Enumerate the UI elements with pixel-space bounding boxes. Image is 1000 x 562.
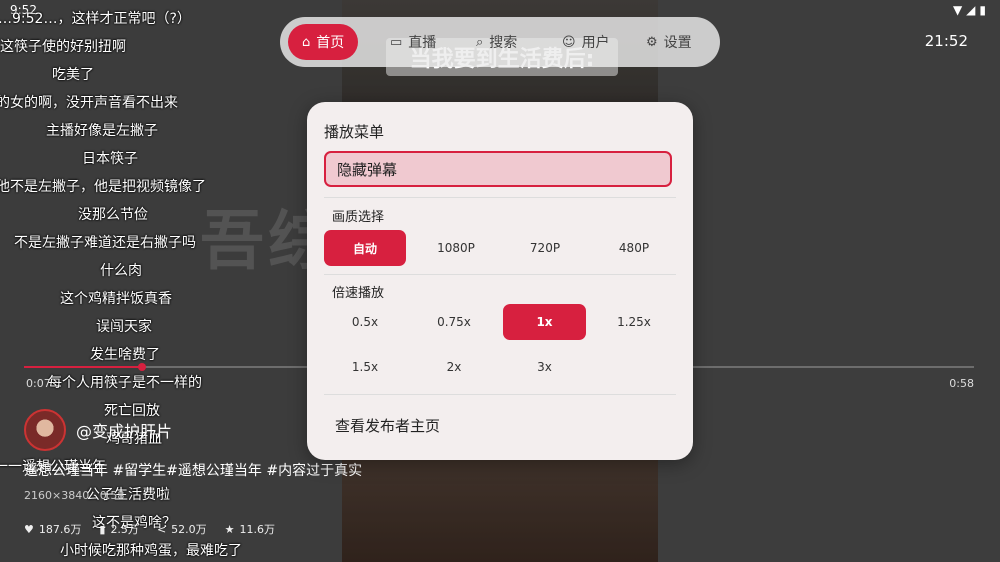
nav-home-label: 首页: [316, 35, 345, 51]
home-icon: ⌂: [302, 34, 311, 50]
star-icon: ★: [224, 522, 235, 536]
danmaku-item: 主播好像是左撇子: [46, 123, 158, 139]
danmaku-item: 小时候吃那种鸡蛋，最难吃了: [60, 543, 242, 559]
divider: [324, 197, 676, 198]
divider: [324, 394, 676, 395]
nav-search-label: 搜索: [489, 35, 518, 51]
danmaku-item: 误闯天家: [96, 319, 152, 335]
favorite-count: 11.6万: [239, 523, 276, 536]
danmaku-item: 死亡回放: [104, 403, 160, 419]
share-stat[interactable]: < 52.0万: [157, 521, 207, 537]
speed-3x[interactable]: 3x: [503, 349, 586, 385]
danmaku-item: 他不是左撇子，他是把视频镜像了: [0, 179, 206, 195]
danmaku-item: 没那么节俭: [78, 207, 148, 223]
clock: 21:52: [924, 32, 968, 50]
speed-0.75x[interactable]: 0.75x: [413, 304, 495, 340]
video-meta: 2160×3840 · 0:58: [24, 489, 125, 502]
danmaku-item: 不是左撇子难道还是右撇子吗: [14, 235, 196, 251]
like-count: 187.6万: [38, 523, 82, 536]
tv-icon: ▭: [390, 34, 403, 50]
nav-search[interactable]: ⌕ 搜索: [476, 17, 517, 67]
quality-720p[interactable]: 720P: [504, 230, 586, 266]
search-icon: ⌕: [476, 34, 484, 50]
quality-1080p[interactable]: 1080P: [415, 230, 497, 266]
share-icon: <: [156, 522, 167, 536]
danmaku-item: 的女的啊，没开声音看不出来: [0, 95, 178, 111]
nav-user-label: 用户: [581, 35, 610, 51]
top-nav: ⌂ 首页 ▭ 直播 ⌕ 搜索 ☺ 用户 ⚙ 设置: [280, 17, 720, 67]
speed-label: 倍速播放: [332, 286, 385, 301]
view-publisher-link[interactable]: 查看发布者主页: [335, 415, 440, 436]
author-avatar[interactable]: [24, 409, 66, 451]
nav-settings[interactable]: ⚙ 设置: [646, 17, 692, 67]
gear-icon: ⚙: [646, 34, 658, 50]
comment-count: 2.5万: [110, 523, 139, 536]
comment-stat[interactable]: ▮ 2.5万: [99, 521, 139, 537]
divider: [324, 274, 676, 275]
danmaku-item: 什么肉: [100, 263, 142, 279]
speed-1x[interactable]: 1x: [503, 304, 586, 340]
danmaku-item: 吃美了: [52, 67, 94, 83]
comment-icon: ▮: [99, 522, 106, 536]
danmaku-item: 这筷子使的好别扭啊: [0, 39, 126, 55]
danmaku-item: 这个鸡精拌饭真香: [60, 291, 172, 307]
nav-live-label: 直播: [408, 35, 437, 51]
author-name[interactable]: @变成护肝片: [76, 418, 172, 442]
progress-fill: [24, 366, 143, 368]
danmaku-item: 发生啥费了: [90, 347, 160, 363]
quality-480p[interactable]: 480P: [593, 230, 675, 266]
menu-title: 播放菜单: [324, 123, 385, 141]
quality-auto[interactable]: 自动: [324, 230, 406, 266]
playback-menu: 播放菜单 隐藏弹幕 画质选择 自动 1080P 720P 480P 倍速播放 0…: [307, 102, 693, 460]
speed-1.5x[interactable]: 1.5x: [324, 349, 406, 385]
danmaku-item: 每个人用筷子是不一样的: [48, 375, 202, 391]
total-time: 0:58: [949, 377, 974, 390]
favorite-stat[interactable]: ★ 11.6万: [225, 521, 275, 537]
speed-0.5x[interactable]: 0.5x: [324, 304, 406, 340]
status-icons: ▼◢▮: [952, 3, 990, 17]
share-count: 52.0万: [171, 523, 207, 536]
danmaku-item: 日本筷子: [82, 151, 138, 167]
user-icon: ☺: [562, 34, 576, 50]
nav-home[interactable]: ⌂ 首页: [288, 24, 359, 60]
video-description: 遥想公瑾当年 #留学生#遥想公瑾当年 #内容过于真实: [24, 463, 363, 479]
danmaku-item: …9:52…，这样才正常吧（?）: [0, 11, 191, 27]
quality-label: 画质选择: [332, 210, 385, 225]
current-time: 0:07: [26, 377, 51, 390]
speed-2x[interactable]: 2x: [413, 349, 495, 385]
like-stat[interactable]: ♥ 187.6万: [24, 521, 81, 537]
speed-1.25x[interactable]: 1.25x: [593, 304, 675, 340]
progress-handle[interactable]: [138, 363, 146, 371]
video-stats: ♥ 187.6万 ▮ 2.5万 < 52.0万 ★ 11.6万: [24, 521, 275, 537]
nav-live[interactable]: ▭ 直播: [390, 17, 436, 67]
hide-danmaku-button[interactable]: 隐藏弹幕: [324, 151, 672, 187]
nav-user[interactable]: ☺ 用户: [562, 17, 610, 67]
heart-icon: ♥: [24, 522, 34, 536]
nav-settings-label: 设置: [663, 35, 692, 51]
